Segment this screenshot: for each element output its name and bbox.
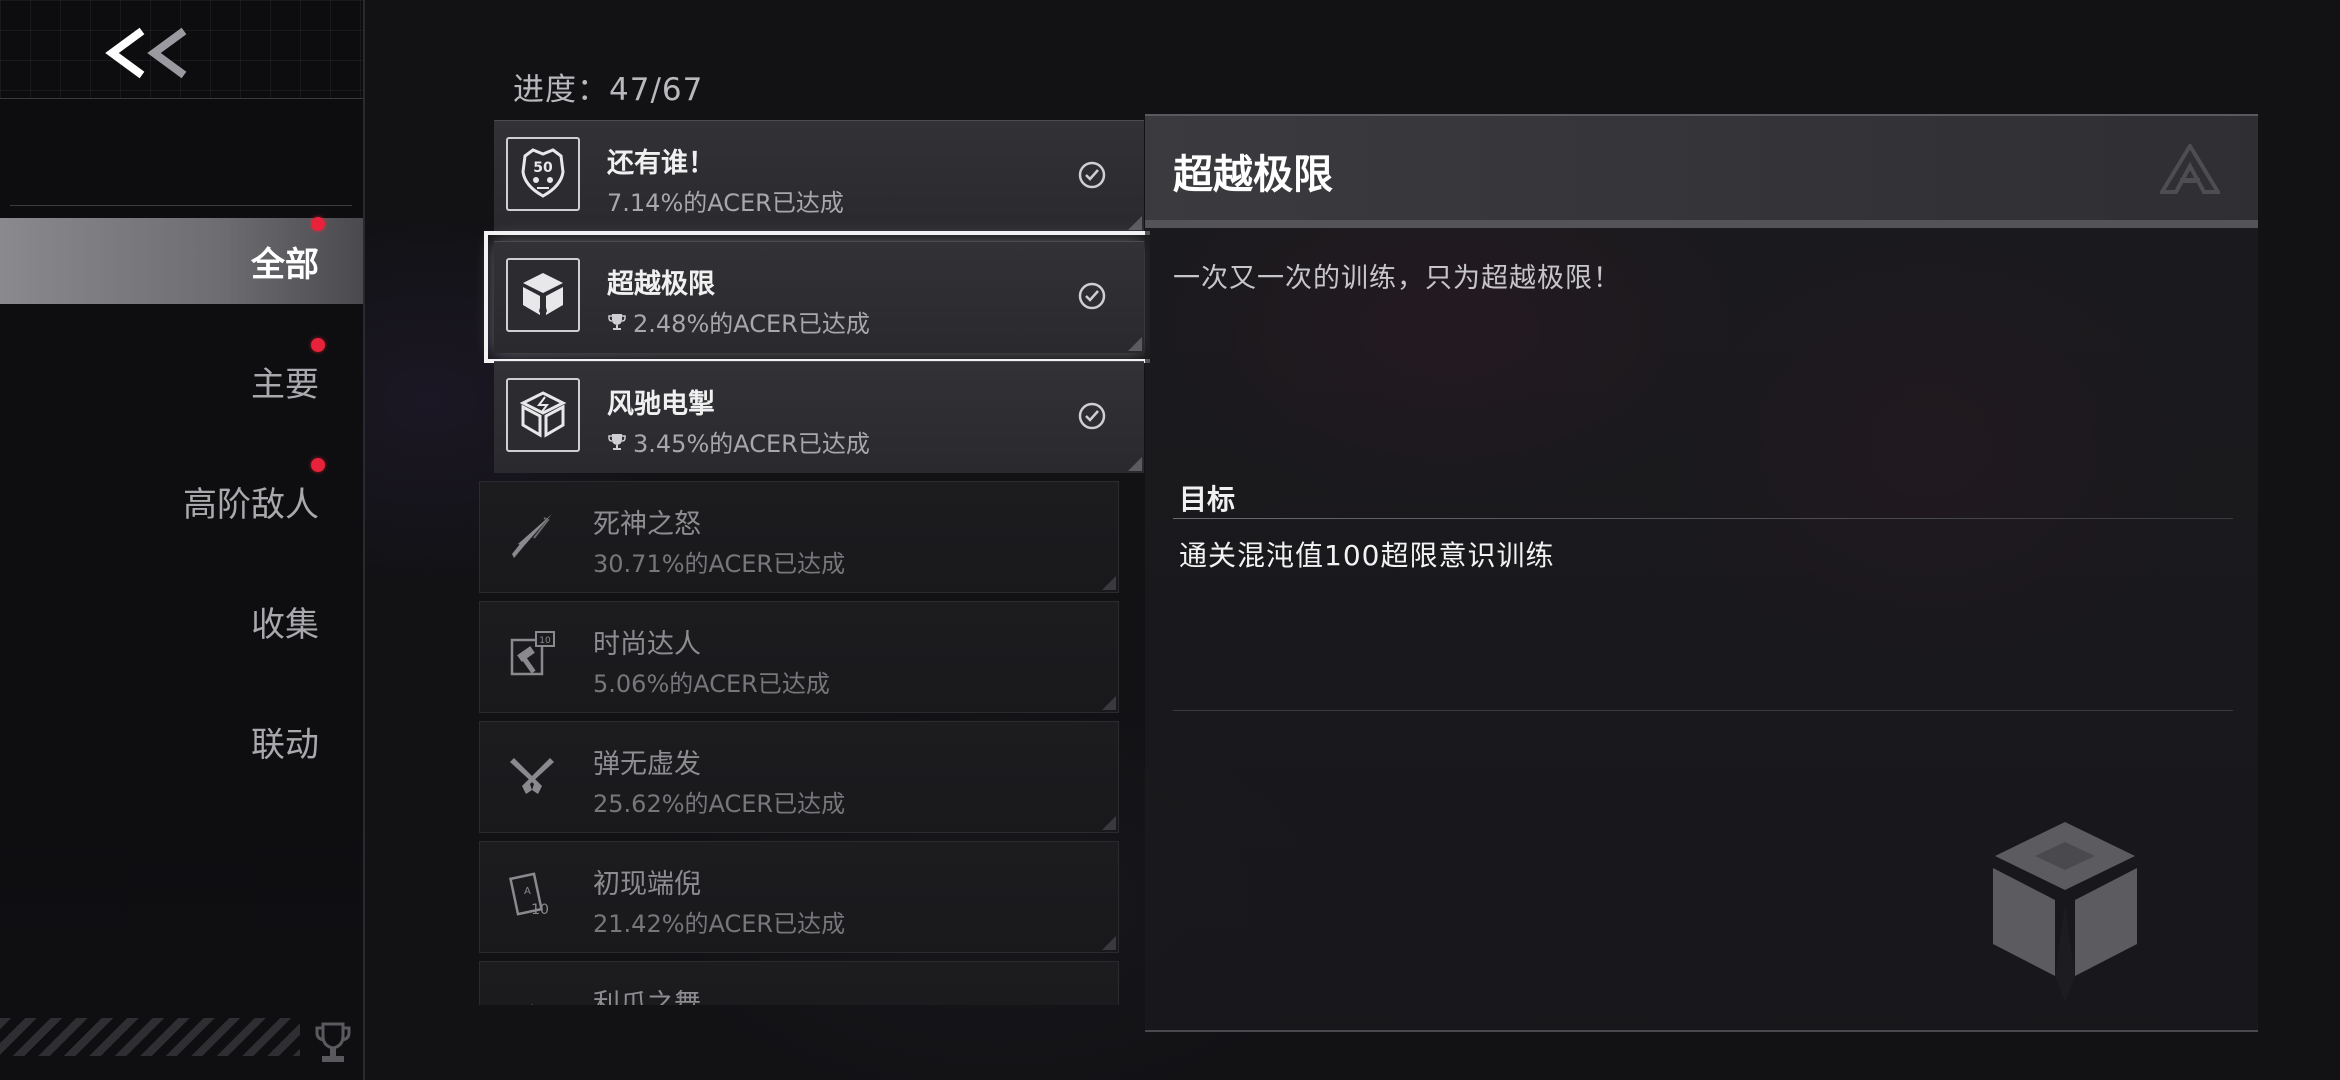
trophy-small-icon: [608, 433, 626, 450]
card-corner: [1102, 936, 1116, 950]
achievement-rate-text: 21.42%的ACER已达成: [593, 910, 846, 938]
crossed-pistols-icon: [510, 758, 554, 794]
card-corner: [1102, 696, 1116, 710]
achievement-badge: [506, 378, 580, 452]
achievement-rate: 5.06%的ACER已达成: [593, 664, 830, 699]
claw-icon: [531, 1004, 533, 1005]
achievement-rate-text: 25.62%的ACER已达成: [593, 790, 846, 818]
achievement-rate-text: 7.14%的ACER已达成: [607, 189, 844, 217]
target-heading: 目标: [1179, 483, 1236, 516]
achievement-title: 还有谁！: [607, 148, 715, 179]
cube-emblem-icon: [523, 273, 563, 319]
achievement-list[interactable]: 50 还有谁！ 7.14%的ACER已达成 超越极限 2.48%的ACER已达成…: [470, 115, 1150, 1005]
achievement-card-locked[interactable]: 利爪之舞: [479, 961, 1119, 1005]
notification-dot: [311, 338, 325, 352]
trophy-small-icon: [608, 313, 626, 330]
skull-50-icon: 50: [521, 148, 565, 198]
sidebar-item-all[interactable]: 全部: [0, 218, 363, 304]
detail-header: 超越极限: [1145, 116, 2258, 228]
cube-emblem-icon: [1993, 822, 2137, 1002]
brand-logo-icon: [2160, 144, 2220, 194]
card-corner: [1102, 576, 1116, 590]
card-corner: [1128, 337, 1142, 351]
hammer-10-icon: 10: [510, 631, 555, 676]
svg-text:10: 10: [531, 902, 549, 918]
card-corner: [1128, 216, 1142, 230]
achievement-rate-text: 3.45%的ACER已达成: [633, 430, 870, 458]
sidebar-item-label: 联动: [251, 724, 319, 765]
achievement-title: 弹无虚发: [593, 749, 701, 780]
sidebar-item-collection[interactable]: 收集: [0, 578, 363, 664]
achievement-rate: 21.42%的ACER已达成: [593, 904, 845, 939]
trophy-icon: [315, 1022, 351, 1062]
achievement-card-selected[interactable]: 超越极限 2.48%的ACER已达成: [484, 231, 1150, 363]
achievement-card-locked[interactable]: 弹无虚发 25.62%的ACER已达成: [479, 721, 1119, 833]
progress-counter: 进度：47/67: [513, 72, 704, 108]
achievement-badge: 50: [506, 137, 580, 211]
achievement-title: 超越极限: [607, 269, 715, 300]
achievement-detail-panel: 超越极限 一次又一次的训练，只为超越极限！ 目标 通关混沌值100超限意识训练: [1145, 114, 2258, 1032]
achievement-title: 风驰电掣: [607, 389, 715, 420]
card-corner: [1102, 816, 1116, 830]
achievement-rate: 3.45%的ACER已达成: [607, 424, 870, 459]
back-button[interactable]: [98, 18, 198, 88]
achievement-rate-text: 5.06%的ACER已达成: [593, 670, 830, 698]
sidebar-item-label: 主要: [251, 364, 319, 405]
achievement-title: 利爪之舞: [593, 989, 701, 1005]
achievement-card-locked[interactable]: 10 A 初现端倪 21.42%的ACER已达成: [479, 841, 1119, 953]
check-circle-icon: [1078, 161, 1106, 189]
target-description: 通关混沌值100超限意识训练: [1179, 539, 1555, 572]
decorative-stripes: [0, 1018, 300, 1056]
sidebar: 全部 主要 高阶敌人 收集 联动: [0, 0, 365, 1080]
svg-text:A: A: [524, 886, 531, 897]
sidebar-divider: [10, 205, 352, 206]
detail-description: 一次又一次的训练，只为超越极限！: [1173, 263, 1621, 294]
achievement-title: 死神之怒: [593, 509, 701, 540]
achievement-rate: 25.62%的ACER已达成: [593, 784, 845, 819]
detail-title: 超越极限: [1173, 152, 1333, 198]
notification-dot: [311, 217, 325, 231]
double-chevron-left-icon: [105, 27, 187, 79]
achievement-card[interactable]: 风驰电掣 3.45%的ACER已达成: [494, 361, 1144, 473]
card-corner: [1128, 457, 1142, 471]
achievement-card-locked[interactable]: 10 时尚达人 5.06%的ACER已达成: [479, 601, 1119, 713]
sidebar-item-main[interactable]: 主要: [0, 338, 363, 424]
achievement-card-locked[interactable]: 死神之怒 30.71%的ACER已达成: [479, 481, 1119, 593]
card-10-icon: 10 A: [509, 872, 549, 918]
check-circle-icon: [1078, 282, 1106, 310]
achievement-rate: 30.71%的ACER已达成: [593, 544, 845, 579]
notification-dot: [311, 458, 325, 472]
svg-text:10: 10: [539, 636, 551, 646]
achievement-card[interactable]: 50 还有谁！ 7.14%的ACER已达成: [494, 120, 1144, 232]
sidebar-item-label: 收集: [251, 604, 319, 645]
achievement-rate-text: 2.48%的ACER已达成: [633, 310, 870, 338]
target-divider: [1173, 518, 2233, 519]
check-circle-icon: [1078, 402, 1106, 430]
achievement-rate: 2.48%的ACER已达成: [607, 304, 870, 339]
achievement-title: 初现端倪: [593, 869, 701, 900]
sidebar-item-label: 全部: [251, 244, 319, 285]
achievement-title: 时尚达人: [593, 629, 701, 660]
sidebar-item-elite-enemies[interactable]: 高阶敌人: [0, 458, 363, 544]
cube-lightning-icon: [519, 391, 567, 438]
achievement-rate: 7.14%的ACER已达成: [607, 183, 844, 218]
achievement-badge: [506, 258, 580, 332]
sidebar-item-collab[interactable]: 联动: [0, 698, 363, 784]
achievement-rate-text: 30.71%的ACER已达成: [593, 550, 846, 578]
svg-text:50: 50: [533, 160, 553, 176]
section-divider: [1173, 710, 2233, 711]
blade-icon: [512, 514, 552, 558]
sidebar-item-label: 高阶敌人: [183, 484, 319, 525]
